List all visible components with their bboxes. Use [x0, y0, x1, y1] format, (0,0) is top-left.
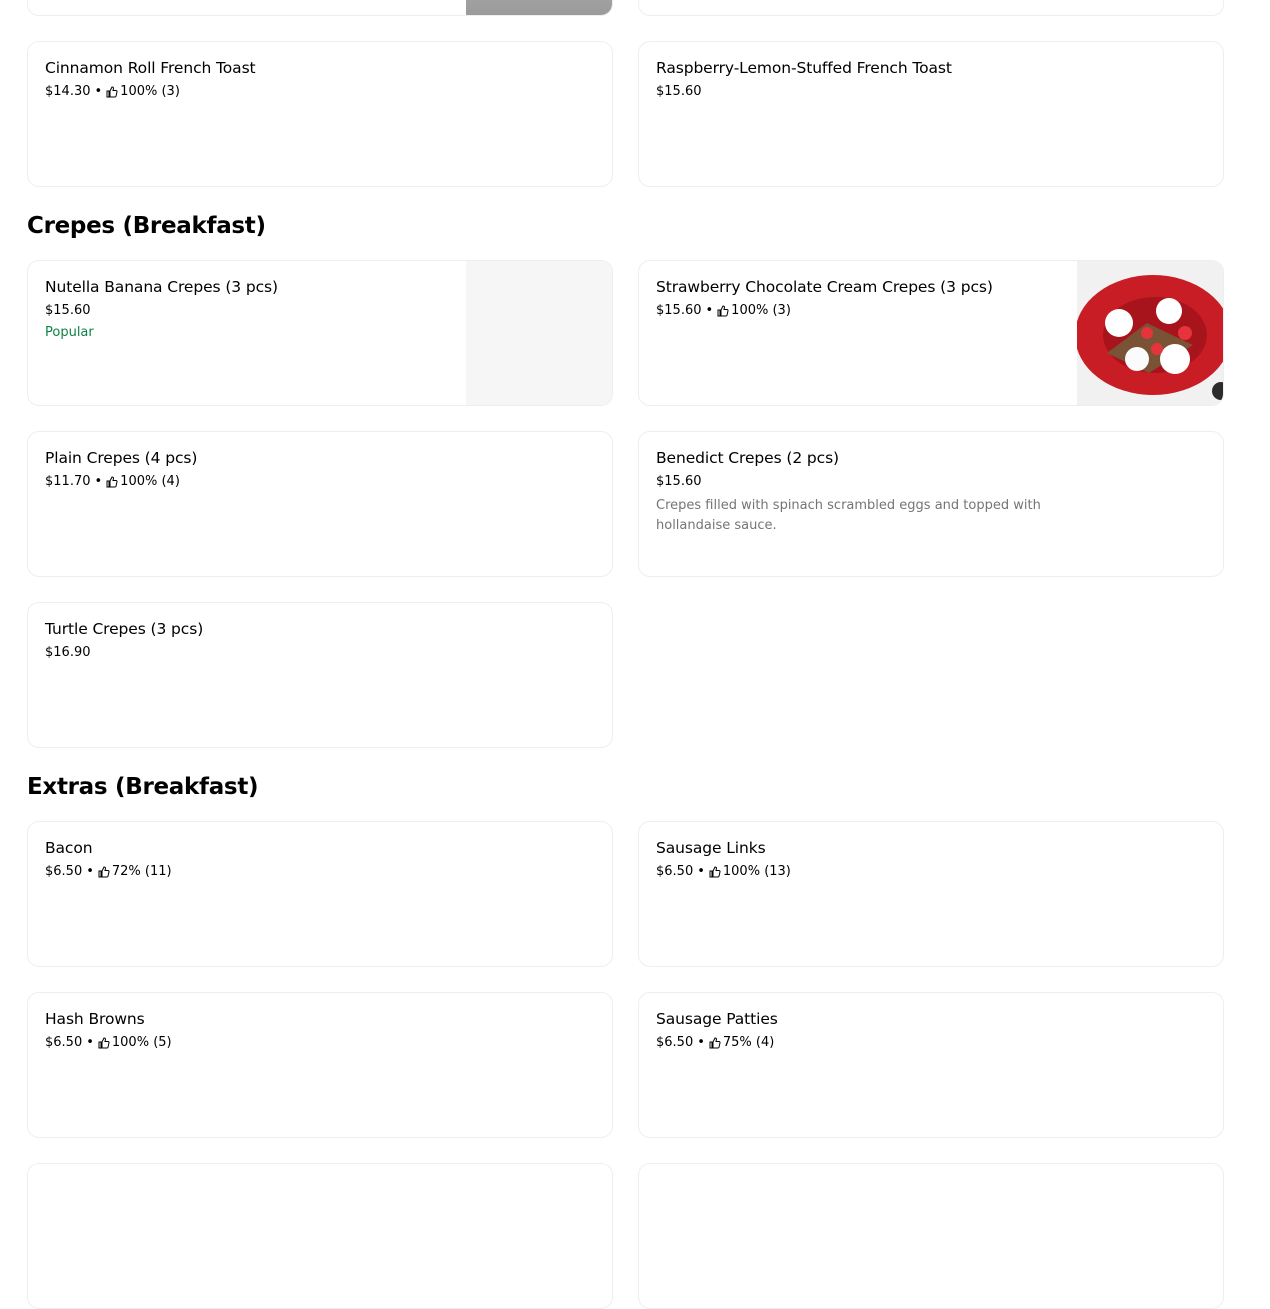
separator: •	[94, 474, 103, 489]
menu-item-nutella-banana-crepes[interactable]: Nutella Banana Crepes (3 pcs) $15.60 Pop…	[27, 260, 613, 406]
popular-badge: Popular	[45, 325, 94, 340]
item-meta: $15.60	[656, 83, 1206, 101]
menu-item-sausage-patties[interactable]: Sausage Patties $6.50 • 75% (4)	[638, 992, 1224, 1138]
item-price: $6.50	[656, 1035, 694, 1050]
menu-item-card[interactable]	[27, 0, 613, 16]
item-name: Plain Crepes (4 pcs)	[45, 449, 198, 467]
item-name: Nutella Banana Crepes (3 pcs)	[45, 278, 278, 296]
menu-item-strawberry-chocolate-cream-crepes[interactable]: Strawberry Chocolate Cream Crepes (3 pcs…	[638, 260, 1224, 406]
item-meta: $6.50 • 72% (11)	[45, 863, 595, 881]
menu-item-raspberry-lemon-stuffed-french-toast[interactable]: Raspberry-Lemon-Stuffed French Toast $15…	[638, 41, 1224, 187]
thumbs-up-icon	[106, 86, 118, 98]
item-name: Benedict Crepes (2 pcs)	[656, 449, 839, 467]
separator: •	[94, 84, 103, 99]
item-price: $14.30	[45, 84, 91, 99]
thumbs-up-icon	[98, 866, 110, 878]
item-price: $15.60	[656, 474, 702, 489]
item-meta: $14.30 • 100% (3)	[45, 83, 595, 101]
thumbs-up-icon	[709, 866, 721, 878]
item-meta: $6.50 • 100% (5)	[45, 1034, 595, 1052]
menu-item-bacon[interactable]: Bacon $6.50 • 72% (11)	[27, 821, 613, 967]
food-image	[466, 0, 612, 15]
item-price: $15.60	[656, 303, 702, 318]
separator: •	[697, 864, 705, 879]
item-name: Turtle Crepes (3 pcs)	[45, 620, 204, 638]
item-rating: 72% (11)	[111, 864, 172, 879]
item-rating: 100% (13)	[722, 864, 791, 879]
item-meta: $15.60	[45, 302, 452, 320]
item-price: $16.90	[45, 645, 91, 660]
item-meta: $11.70 • 100% (4)	[45, 473, 595, 491]
item-meta: $15.60	[656, 473, 1206, 491]
item-rating: 100% (5)	[111, 1035, 172, 1050]
item-price: $6.50	[45, 1035, 83, 1050]
food-image	[1077, 261, 1223, 405]
item-rating: 100% (3)	[120, 84, 180, 99]
item-price: $11.70	[45, 474, 91, 489]
separator: •	[86, 864, 94, 879]
item-name: Cinnamon Roll French Toast	[45, 59, 256, 77]
item-meta: $6.50 • 100% (13)	[656, 863, 1206, 881]
item-name: Sausage Patties	[656, 1010, 778, 1028]
item-rating: 75% (4)	[722, 1035, 775, 1050]
menu-item-cinnamon-roll-french-toast[interactable]: Cinnamon Roll French Toast $14.30 • 100%…	[27, 41, 613, 187]
menu-item-card[interactable]	[638, 1163, 1224, 1309]
item-price: $6.50	[45, 864, 83, 879]
item-price: $15.60	[45, 303, 91, 318]
item-meta: $15.60 • 100% (3)	[656, 302, 1063, 320]
thumbs-up-icon	[717, 305, 729, 317]
item-meta: $16.90	[45, 644, 595, 662]
menu-item-turtle-crepes[interactable]: Turtle Crepes (3 pcs) $16.90	[27, 602, 613, 748]
item-rating: 100% (3)	[731, 303, 791, 318]
item-name: Sausage Links	[656, 839, 766, 857]
menu-item-plain-crepes[interactable]: Plain Crepes (4 pcs) $11.70 • 100% (4)	[27, 431, 613, 577]
menu-item-hash-browns[interactable]: Hash Browns $6.50 • 100% (5)	[27, 992, 613, 1138]
thumbs-up-icon	[98, 1037, 110, 1049]
separator: •	[86, 1035, 94, 1050]
separator: •	[705, 303, 714, 318]
item-price: $6.50	[656, 864, 694, 879]
thumbs-up-icon	[106, 476, 118, 488]
item-price: $15.60	[656, 84, 702, 99]
item-rating: 100% (4)	[120, 474, 180, 489]
item-description: Crepes filled with spinach scrambled egg…	[656, 498, 1041, 533]
menu-item-benedict-crepes[interactable]: Benedict Crepes (2 pcs) $15.60 Crepes fi…	[638, 431, 1224, 577]
food-image-placeholder	[466, 261, 612, 405]
item-name: Raspberry-Lemon-Stuffed French Toast	[656, 59, 952, 77]
item-name: Strawberry Chocolate Cream Crepes (3 pcs…	[656, 278, 993, 296]
menu-item-sausage-links[interactable]: Sausage Links $6.50 • 100% (13)	[638, 821, 1224, 967]
section-title-crepes: Crepes (Breakfast)	[27, 213, 266, 239]
separator: •	[697, 1035, 705, 1050]
item-name: Hash Browns	[45, 1010, 145, 1028]
thumbs-up-icon	[709, 1037, 721, 1049]
item-name: Bacon	[45, 839, 93, 857]
section-title-extras: Extras (Breakfast)	[27, 774, 259, 800]
menu-item-card[interactable]	[27, 1163, 613, 1309]
item-meta: $6.50 • 75% (4)	[656, 1034, 1206, 1052]
menu-item-card[interactable]	[638, 0, 1224, 16]
